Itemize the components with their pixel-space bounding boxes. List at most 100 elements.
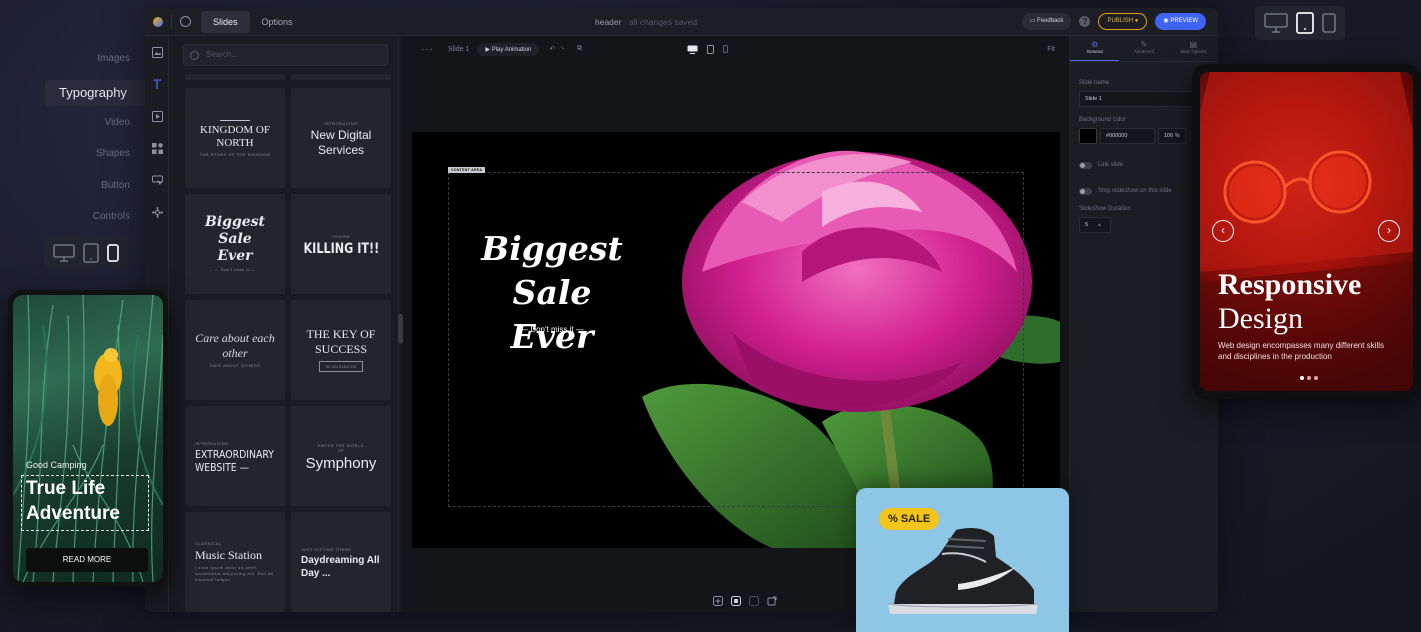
duplicate-icon[interactable]: [749, 596, 759, 606]
template-card-killing-it[interactable]: YOU'RE KILLING IT!!: [291, 194, 391, 294]
template-card-care[interactable]: Care about each other TAKE ABOUT OTHERS: [185, 300, 285, 400]
tablet-title-line-1: Responsive: [1218, 268, 1362, 301]
redo-icon[interactable]: ↷: [559, 45, 565, 53]
template-subtitle: THE STORY OF THE KINGDOM: [199, 152, 271, 157]
next-slide-icon[interactable]: ›: [1378, 220, 1400, 242]
template-subtitle: Lorem ipsum dolor sit amet, consectetur …: [195, 565, 274, 582]
add-layer-icon[interactable]: [713, 596, 723, 606]
phone-title-line-1: True Life: [26, 478, 106, 499]
wordpress-icon[interactable]: [180, 16, 191, 27]
category-images[interactable]: Images: [40, 48, 140, 80]
desktop-icon[interactable]: [53, 244, 75, 262]
template-title: Biggest Sale Ever: [205, 214, 265, 264]
template-card-extraordinary[interactable]: INTRODUCING EXTRAORDINARY WEBSITE —: [185, 406, 285, 506]
slide-subline[interactable]: — Don't miss it —: [472, 325, 632, 334]
desktop-icon[interactable]: [687, 45, 698, 54]
tab-slides[interactable]: Slides: [201, 10, 250, 33]
category-controls[interactable]: Controls: [40, 206, 140, 238]
phone-pretitle: Good Camping: [26, 460, 87, 470]
tablet-icon[interactable]: [1296, 12, 1314, 34]
page-dot[interactable]: [1314, 376, 1318, 380]
template-pretitle: JUST SITTING THERE: [301, 546, 352, 552]
stepper-icon[interactable]: ▴: [1098, 222, 1101, 228]
link-slide-toggle[interactable]: [1079, 162, 1092, 169]
controls-icon[interactable]: [145, 196, 169, 228]
slide-name-input[interactable]: Slide 1: [1079, 91, 1210, 107]
sneaker-image: [887, 528, 1039, 614]
shapes-icon[interactable]: [145, 132, 169, 164]
link-slide-label: Link slide: [1098, 162, 1124, 168]
template-card-daydreaming[interactable]: JUST SITTING THERE Daydreaming All Day .…: [291, 512, 391, 612]
slide-canvas[interactable]: CONTENT AREA Biggest Sale Ever — Don't m…: [412, 132, 1060, 548]
prev-slide-icon[interactable]: ‹: [1212, 220, 1234, 242]
button-icon[interactable]: [145, 164, 169, 196]
slideshow-duration-input[interactable]: 5 ▴: [1079, 217, 1111, 233]
preview-button[interactable]: ◉ PREVIEW: [1155, 13, 1206, 30]
template-card-partial[interactable]: [291, 74, 391, 80]
save-status: · all changes saved: [623, 16, 698, 27]
slide-headline[interactable]: Biggest Sale Ever: [472, 227, 632, 359]
typography-icon[interactable]: T: [145, 68, 169, 100]
template-card-kingdom[interactable]: KINGDOM OF NORTH THE STORY OF THE KINGDO…: [185, 88, 285, 188]
help-icon[interactable]: ?: [1079, 16, 1091, 27]
mobile-icon[interactable]: [723, 45, 729, 53]
template-pretitle: YOU'RE: [332, 233, 350, 239]
device-switcher-right: [1255, 6, 1345, 40]
video-icon[interactable]: [145, 100, 169, 132]
tablet-preview: ‹ › Responsive Design Web design encompa…: [1192, 64, 1421, 399]
page-dot[interactable]: [1307, 376, 1311, 380]
history-icon[interactable]: ⧉: [577, 45, 582, 53]
mobile-icon[interactable]: [1322, 13, 1336, 33]
headline-line-2: Sale Ever: [510, 273, 594, 356]
publish-button[interactable]: PUBLISH ●: [1098, 13, 1148, 30]
background-color-input[interactable]: #000000: [1100, 128, 1155, 144]
search-input[interactable]: Search...: [183, 44, 388, 66]
slide-name[interactable]: Slide 1: [448, 46, 469, 53]
category-video[interactable]: Video: [40, 112, 140, 144]
slide-pagination: [1300, 376, 1318, 380]
zoom-select[interactable]: Fit: [1047, 46, 1055, 53]
settings-icon[interactable]: [767, 596, 777, 606]
desktop-icon[interactable]: [1264, 13, 1288, 33]
more-icon[interactable]: ···: [421, 44, 434, 55]
template-title: Daydreaming All Day ...: [301, 554, 380, 579]
template-card-music-station[interactable]: CLASSICAL Music Station Lorem ipsum dolo…: [185, 512, 285, 612]
category-shapes[interactable]: Shapes: [40, 143, 140, 175]
tablet-screen: ‹ › Responsive Design Web design encompa…: [1200, 72, 1413, 391]
image-icon[interactable]: [145, 36, 169, 68]
duration-value: 5: [1085, 222, 1089, 228]
tab-slide-options[interactable]: ▤ Slide Options: [1169, 36, 1218, 61]
slide-name-label: Slide name: [1079, 80, 1110, 86]
template-card-digital-services[interactable]: INTRODUCING New Digital Services: [291, 88, 391, 188]
tablet-title-line-2: Design: [1218, 302, 1303, 335]
layers-icon[interactable]: [731, 596, 741, 606]
undo-icon[interactable]: ↶: [549, 45, 555, 53]
page-dot-active[interactable]: [1300, 376, 1304, 380]
divider: [171, 14, 172, 29]
template-card-partial[interactable]: [185, 74, 285, 80]
template-title: KINGDOM OF NORTH: [200, 124, 270, 149]
template-card-key-success[interactable]: THE KEY OF SUCCESS IN BUSINESS: [291, 300, 391, 400]
template-card-symphony[interactable]: ENTER THE WORLD OF Symphony: [291, 406, 391, 506]
tab-advanced[interactable]: ✎ Advanced: [1119, 36, 1168, 61]
tab-general[interactable]: ⚙ General: [1070, 36, 1120, 61]
stop-slideshow-toggle[interactable]: [1079, 188, 1092, 195]
slides-icon: ▤: [1189, 40, 1198, 49]
read-more-button[interactable]: READ MORE: [26, 548, 148, 572]
play-animation-button[interactable]: ▶ Play Animation: [477, 42, 540, 56]
app-logo: [153, 16, 163, 27]
background-opacity-input[interactable]: 100 %: [1158, 128, 1186, 144]
template-card-biggest-sale[interactable]: Biggest Sale Ever — Don't miss it —: [185, 194, 285, 294]
mobile-icon[interactable]: [107, 244, 119, 262]
phone-selection-box[interactable]: True Life Adventure: [21, 475, 149, 531]
settings-tabs: ⚙ General ✎ Advanced ▤ Slide Options: [1070, 36, 1218, 62]
category-button[interactable]: Button: [40, 175, 140, 207]
tablet-icon[interactable]: [83, 243, 99, 263]
template-subtitle: IN BUSINESS: [318, 360, 364, 372]
tab-options[interactable]: Options: [250, 11, 305, 33]
feedback-button[interactable]: ▭ Feedback: [1021, 13, 1072, 30]
tablet-icon[interactable]: [707, 44, 715, 54]
color-swatch[interactable]: [1079, 128, 1097, 144]
template-pretitle: CLASSICAL: [195, 541, 222, 546]
category-typography[interactable]: Typography: [45, 79, 155, 106]
